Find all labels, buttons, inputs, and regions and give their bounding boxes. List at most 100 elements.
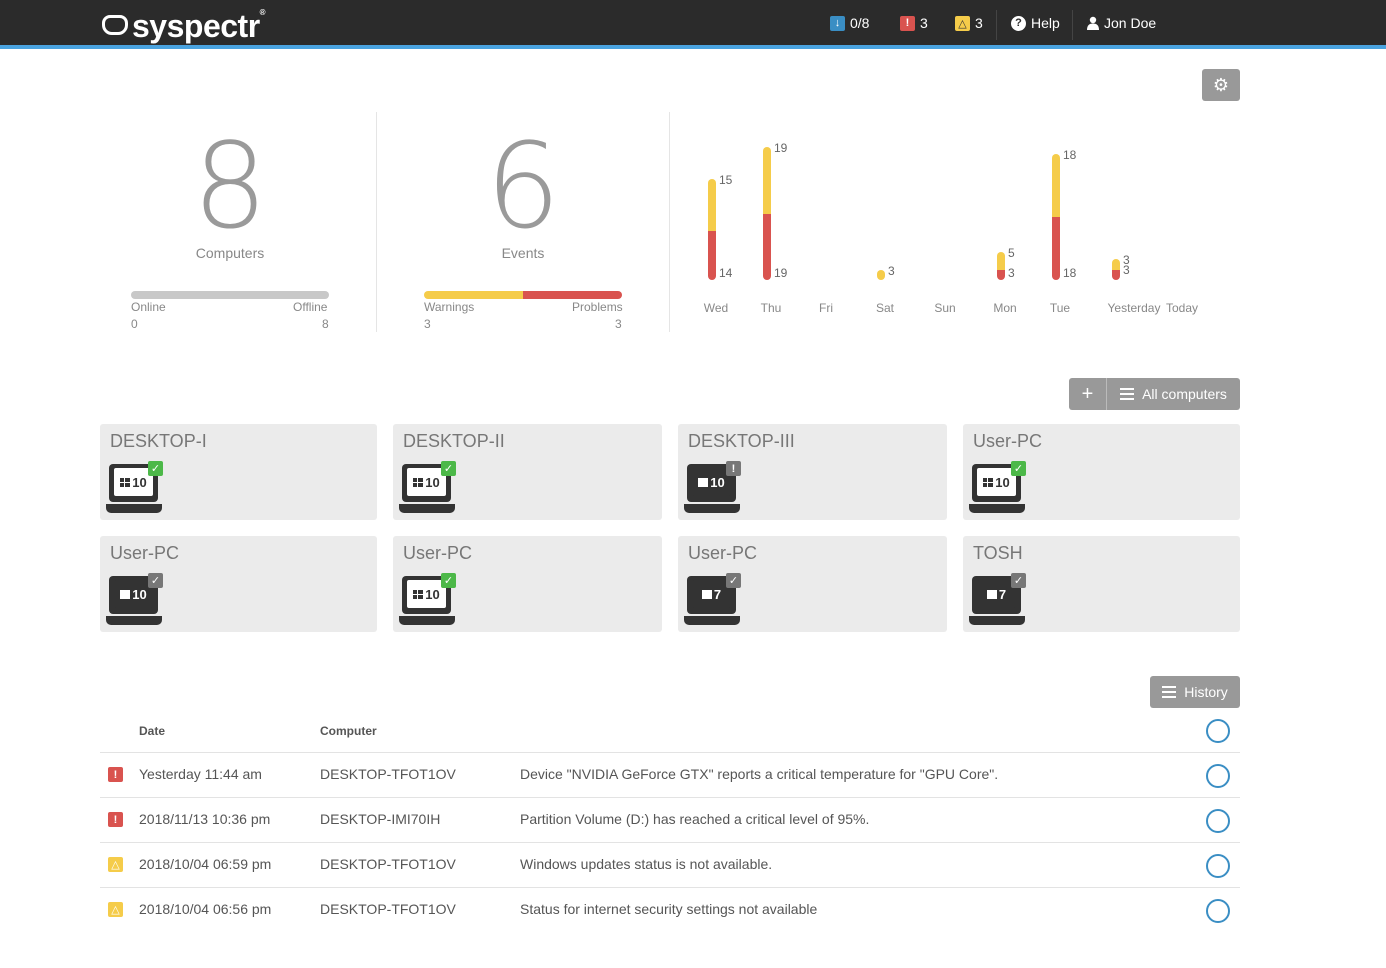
check-badge-icon: ✓ (148, 573, 163, 588)
event-date: 2018/10/04 06:56 pm (139, 901, 272, 917)
check-badge-icon: ✓ (441, 461, 456, 476)
date-column-header[interactable]: Date (139, 724, 165, 738)
row-select-toggle[interactable] (1206, 809, 1230, 833)
computer-name: DESKTOP-III (688, 431, 795, 451)
help-link[interactable]: ? Help (1011, 15, 1060, 31)
computer-card[interactable]: DESKTOP-II 10 ✓ (393, 424, 662, 520)
question-icon: ? (1011, 15, 1026, 31)
computer-name: DESKTOP-II (403, 431, 505, 451)
event-message: Device "NVIDIA GeForce GTX" reports a cr… (520, 766, 999, 782)
chart-day-label: Sat (875, 301, 894, 315)
computer-icon: 10! (684, 461, 741, 514)
computer-name: User-PC (403, 543, 473, 563)
chart-value-label: 5 (1008, 246, 1015, 260)
computer-icon: 10 ✓ (399, 573, 456, 626)
computer-name: User-PC (110, 543, 180, 563)
warnings-problems-bar (424, 291, 622, 299)
events-stat[interactable]: 6 Events (423, 127, 623, 261)
warnings-segment (424, 291, 523, 299)
chart-bar-warnings (877, 269, 885, 280)
warning-icon: △ (955, 15, 970, 31)
event-computer: DESKTOP-IMI70IH (320, 811, 441, 827)
computer-name: TOSH (973, 543, 1023, 563)
row-select-toggle[interactable] (1206, 854, 1230, 878)
event-date: 2018/11/13 10:36 pm (139, 811, 271, 827)
chart-bar-warnings (1052, 154, 1060, 217)
computer-icon: 7 ✓ (684, 573, 741, 626)
chart-value-label: 19 (774, 266, 788, 280)
computer-column-header[interactable]: Computer (320, 724, 377, 738)
chart-bar (997, 252, 1005, 280)
windows-icon (413, 589, 424, 599)
check-badge-icon: ✓ (1011, 461, 1026, 476)
laptop-base (684, 616, 740, 625)
event-computer: DESKTOP-TFOT1OV (320, 856, 456, 872)
computer-card[interactable]: User-PC 10 ✓ (393, 536, 662, 632)
computer-name: User-PC (688, 543, 758, 563)
offline-value: 8 (322, 317, 329, 331)
laptop-base (399, 504, 455, 513)
computer-card[interactable]: User-PC 10 ✓ (963, 424, 1240, 520)
computer-card[interactable]: User-PC 10 ✓ (100, 536, 377, 632)
windows-icon (698, 477, 709, 487)
chart-bar (1112, 259, 1120, 280)
chart-day-label: Wed (703, 301, 729, 315)
problems-label: Problems (572, 300, 623, 314)
user-menu[interactable]: Jon Doe (1087, 15, 1156, 31)
laptop-base (106, 504, 162, 513)
computer-name: DESKTOP-I (110, 431, 207, 451)
user-icon (1087, 16, 1099, 30)
windows-icon (983, 477, 994, 487)
events-label: Events (501, 245, 545, 261)
app-logo[interactable]: syspectr® (102, 8, 266, 45)
row-select-toggle[interactable] (1206, 899, 1230, 923)
computers-count: 8 (192, 117, 268, 255)
top-bar: syspectr® ↓ 0/8 ! 3 △ 3 ? Help Jon Doe (0, 0, 1386, 49)
all-computers-button[interactable]: All computers (1107, 378, 1240, 410)
chart-bar-warnings (763, 147, 771, 214)
computer-card[interactable]: TOSH 7 ✓ (963, 536, 1240, 632)
table-row[interactable]: △ 2018/10/04 06:59 pm DESKTOP-TFOT1OV Windo… (100, 842, 1240, 887)
computer-card[interactable]: DESKTOP-III 10! (678, 424, 947, 520)
warning-icon: △ (108, 902, 123, 917)
table-row[interactable]: ! 2018/11/13 10:36 pm DESKTOP-IMI70IH Parti… (100, 797, 1240, 842)
windows-icon (120, 477, 131, 487)
computer-name: User-PC (973, 431, 1043, 451)
windows-icon (413, 477, 424, 487)
event-message: Status for internet security settings no… (520, 901, 818, 917)
chart-day-label: Thu (760, 301, 782, 315)
laptop-base (399, 616, 455, 625)
gear-icon: ⚙ (1212, 74, 1230, 95)
chart-bar-problems (1052, 217, 1060, 280)
windows-icon (701, 589, 712, 599)
laptop-base (969, 504, 1025, 513)
add-computer-button[interactable]: + (1069, 378, 1107, 410)
problem-icon: ! (108, 812, 123, 827)
computers-stat[interactable]: 8 Computers (130, 127, 330, 261)
check-badge-icon: ✓ (1011, 573, 1026, 588)
check-badge-icon: ✓ (726, 573, 741, 588)
laptop-base (684, 504, 740, 513)
history-button[interactable]: History (1150, 676, 1240, 708)
computer-card[interactable]: User-PC 7 ✓ (678, 536, 947, 632)
chart-bar-warnings (708, 178, 716, 231)
warnings-indicator[interactable]: △ 3 (955, 15, 983, 31)
updates-indicator[interactable]: ↓ 0/8 (830, 15, 869, 31)
computer-card[interactable]: DESKTOP-I 10 ✓ (100, 424, 377, 520)
select-all-toggle[interactable] (1206, 719, 1230, 743)
problem-icon: ! (108, 767, 123, 782)
table-row[interactable]: ! Yesterday 11:44 am DESKTOP-TFOT1OV Device… (100, 752, 1240, 797)
stats-divider (669, 112, 670, 332)
chart-day-label: Fri (819, 301, 833, 315)
problems-indicator[interactable]: ! 3 (900, 15, 928, 31)
settings-button[interactable]: ⚙ (1202, 69, 1240, 101)
chart-bar (708, 178, 716, 280)
list-icon (1162, 686, 1177, 698)
chart-bar (1052, 154, 1060, 280)
chart-day-label: Today (1165, 301, 1199, 315)
row-select-toggle[interactable] (1206, 764, 1230, 788)
problems-value: 3 (615, 317, 622, 331)
event-computer: DESKTOP-TFOT1OV (320, 901, 456, 917)
events-count: 6 (485, 117, 561, 255)
table-row[interactable]: △ 2018/10/04 06:56 pm DESKTOP-TFOT1OV Statu… (100, 887, 1240, 932)
